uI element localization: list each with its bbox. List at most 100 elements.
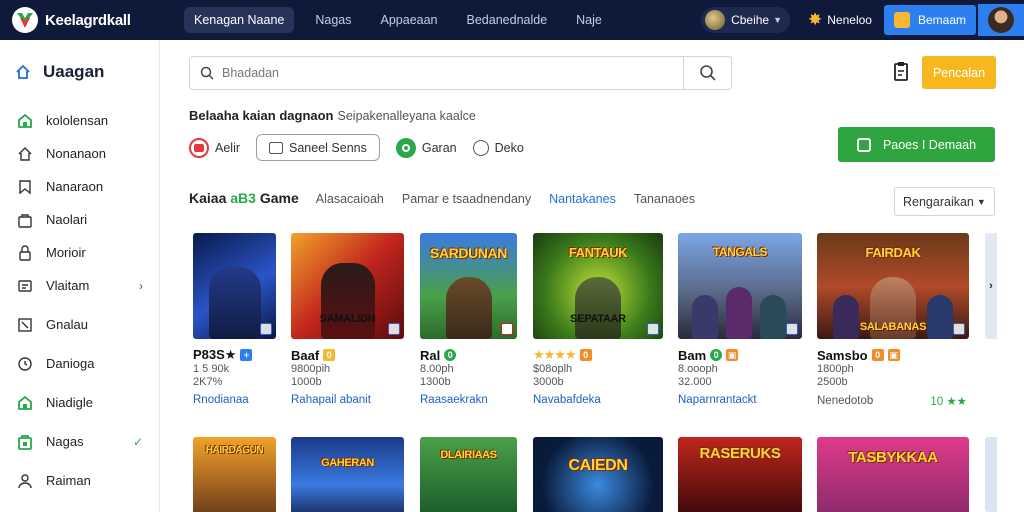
sidebar-item[interactable]: Morioir — [0, 236, 159, 269]
tab[interactable]: Pamar e tsaadnendany — [402, 192, 531, 206]
sort-dropdown[interactable]: Rengaraikan ▼ — [894, 187, 995, 216]
character-art — [760, 295, 786, 339]
sidebar-header[interactable]: Uaagan — [0, 40, 159, 104]
game-thumbnail[interactable]: TASBYKKAA — [817, 437, 969, 512]
game-thumbnail[interactable]: GAHERAN — [291, 437, 404, 512]
game-link[interactable]: Rnodianaa — [193, 394, 276, 406]
game-stat: 3000b — [533, 376, 564, 388]
game-link[interactable]: Navabafdeka — [533, 394, 663, 406]
nav-item[interactable]: Nagas — [307, 7, 359, 33]
rewards-button[interactable]: ✸ Neneloo — [808, 10, 872, 30]
filter-chip[interactable]: Deko — [472, 134, 524, 161]
game-thumbnail[interactable]: SAMALIDH — [291, 233, 404, 339]
green-action-button[interactable]: Paoes I Demaah — [838, 127, 995, 162]
game-link[interactable]: Rahapail abanit — [291, 394, 404, 406]
game-link[interactable]: Nenedotob — [817, 395, 873, 407]
game-thumbnail[interactable]: HAIRDAGUN — [193, 437, 276, 512]
scroll-right-button[interactable] — [985, 437, 997, 512]
nav-item[interactable]: Appaeaan — [373, 7, 446, 33]
game-thumb-title: CAIEDN — [568, 457, 628, 474]
game-thumb-subtitle: SEPATAAR — [570, 313, 626, 325]
game-thumb-title: RASERUKS — [699, 445, 781, 462]
game-stat: 2K7% — [193, 376, 223, 388]
tab[interactable]: Nantakanes — [549, 192, 616, 206]
nav-item[interactable]: Bedanednalde — [459, 7, 556, 33]
filter-chip[interactable]: Garan — [395, 134, 457, 161]
badge-icon — [260, 323, 272, 335]
sidebar-item[interactable]: Nonanaon — [0, 137, 159, 170]
chevron-right-icon: › — [139, 278, 143, 293]
game-link[interactable]: Raasaekrakn — [420, 394, 517, 406]
sidebar-item[interactable]: kololensan — [0, 104, 159, 137]
sidebar-item[interactable]: Nagas ✓ — [0, 425, 159, 458]
game-thumb-title: FAIRDAK — [865, 245, 921, 260]
tab[interactable]: Alasacaioah — [316, 192, 384, 206]
filter-chip[interactable]: Saneel Senns — [256, 134, 380, 161]
avatar-button[interactable] — [978, 4, 1024, 36]
filter-label: Garan — [421, 140, 457, 155]
game-thumbnail[interactable]: SARDUNAN — [420, 233, 517, 339]
rating-stars: ★★★★ — [533, 347, 577, 362]
game-thumb-subtitle: SAMALIDH — [319, 313, 376, 325]
game-card[interactable]: SARDUNAN Ral 0 8.00ph 1300b Raasaekrakn — [420, 233, 517, 406]
sidebar-item[interactable]: Niadigle — [0, 386, 159, 419]
nav-item[interactable]: Kenagan Naane — [184, 7, 295, 33]
sidebar-item[interactable]: Vlaitam › — [0, 269, 159, 302]
game-card[interactable]: TANGALS Bam 0 ▣ 8.oooph 32.000 Naparnranta… — [678, 233, 802, 406]
filter-label: Aelir — [215, 140, 241, 155]
badge-icon — [388, 323, 400, 335]
headline: Belaaha kaian dagnaon Seipakenalleyana ka… — [189, 108, 476, 123]
badge-icon — [501, 323, 513, 335]
puzzle-icon — [893, 12, 910, 28]
sidebar-item[interactable]: Naolari — [0, 203, 159, 236]
game-thumbnail[interactable]: DLAIRIAAS — [420, 437, 517, 512]
filter-label: Deko — [494, 140, 524, 155]
sidebar-item-label: Nonanaon — [46, 146, 106, 161]
game-card[interactable]: SAMALIDH Baaf 0 9800pih 1000b Rahapail ab… — [291, 233, 404, 406]
user-button[interactable]: Bemaam — [883, 5, 976, 35]
sidebar-item-label: Niadigle — [46, 395, 93, 410]
character-art — [692, 295, 718, 339]
primary-button[interactable]: Pencalan — [922, 56, 996, 89]
headline-sub: Seipakenalleyana kaalce — [337, 109, 476, 123]
game-thumb-title: SARDUNAN — [430, 245, 507, 261]
sidebar-item[interactable]: Danioga — [0, 347, 159, 380]
game-card[interactable]: FANTAUK SEPATAAR ★★★★ 0 $08oplh 3000b Nav… — [533, 233, 663, 406]
game-thumbnail[interactable]: TANGALS — [678, 233, 802, 339]
game-card[interactable]: P83S★ + 1 5 90k 2K7% Rnodianaa — [193, 233, 276, 406]
game-thumbnail[interactable]: FANTAUK SEPATAAR — [533, 233, 663, 339]
character-art — [208, 267, 261, 339]
clipboard-icon[interactable] — [892, 61, 910, 83]
coin-selector[interactable]: Cbeihe ▼ — [701, 7, 791, 33]
game-link[interactable]: Naparnrantackt — [678, 394, 802, 406]
game-thumbnail[interactable]: CAIEDN — [533, 437, 663, 512]
game-thumbnail[interactable]: RASERUKS — [678, 437, 802, 512]
game-thumbnail[interactable] — [193, 233, 276, 339]
section-title: Kaiaa aB3 Game — [189, 190, 299, 206]
clock-icon — [17, 356, 33, 372]
sidebar-item-label: Gnalau — [46, 317, 88, 332]
red-badge-icon — [189, 137, 209, 158]
search-button[interactable] — [684, 56, 732, 90]
window-icon — [856, 137, 871, 152]
filter-chip[interactable]: Aelir — [189, 134, 240, 161]
sidebar-item[interactable]: Raiman — [0, 464, 159, 497]
badge-icon — [786, 323, 798, 335]
tab[interactable]: Tananaoes — [634, 192, 695, 206]
nav-item[interactable]: Naje — [568, 7, 610, 33]
game-thumbnail[interactable]: FAIRDAK SALABANAS — [817, 233, 969, 339]
brand-name: Keelagrdkall — [45, 11, 131, 29]
scroll-right-button[interactable]: › — [985, 233, 997, 339]
sort-label: Rengaraikan — [903, 194, 974, 209]
home-green-icon — [17, 395, 33, 411]
game-name: Samsbo 0 ▣ — [817, 347, 900, 363]
check-icon: ✓ — [132, 434, 143, 449]
sidebar-item[interactable]: Nanaraon — [0, 170, 159, 203]
coin-icon — [705, 10, 726, 30]
search-input[interactable]: Bhadadan — [189, 56, 684, 90]
search-icon — [200, 66, 214, 80]
brand-logo[interactable]: Keelagrdkall — [12, 7, 172, 33]
game-card[interactable]: FAIRDAK SALABANAS Samsbo 0 ▣ 1800ph 2500b … — [817, 233, 969, 408]
coin-label: Cbeihe — [731, 13, 770, 27]
sidebar-item[interactable]: Gnalau — [0, 308, 159, 341]
